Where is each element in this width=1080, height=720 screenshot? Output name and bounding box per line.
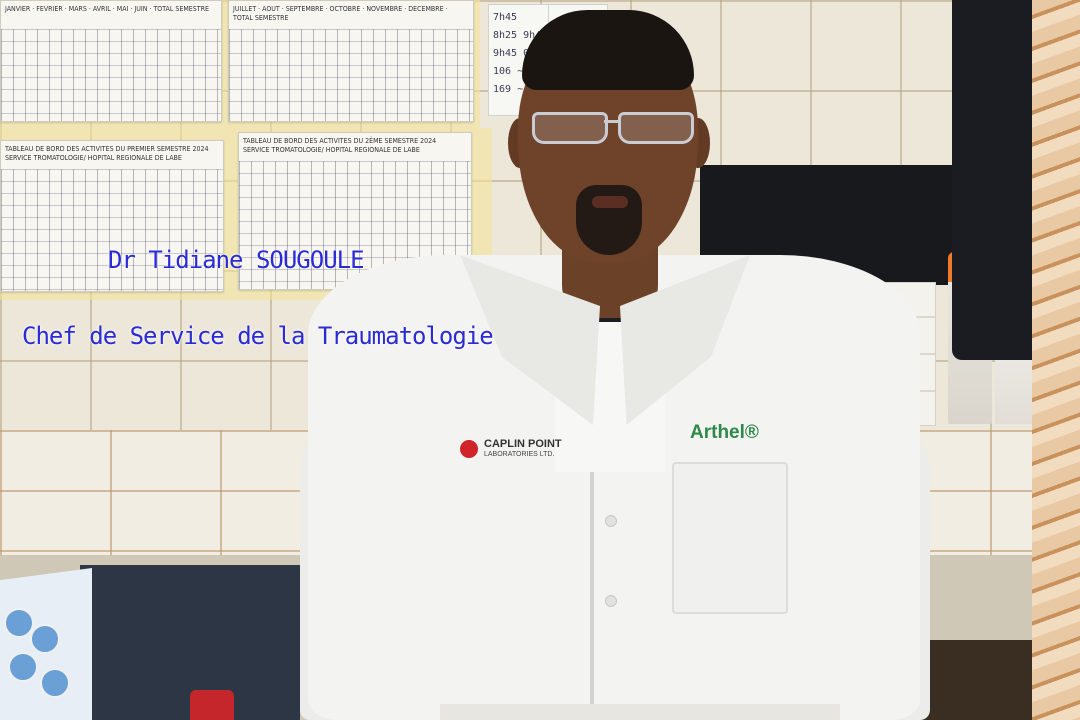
glasses-icon [526,112,696,144]
doctor-name-caption: Dr Tidiane SOUGOULE [108,246,365,274]
coat-button [605,515,617,527]
doctor-portrait: CAPLIN POINT LABORATORIES LTD. Arthel® [300,0,930,720]
doctor-role-caption: Chef de Service de la Traumatologie [22,322,494,350]
wall-sheet-top-left: JANVIER · FEVRIER · MARS · AVRIL · MAI ·… [0,0,222,122]
hair [522,10,694,90]
coat-button [605,595,617,607]
sheet-months-row: JANVIER · FEVRIER · MARS · AVRIL · MAI ·… [5,5,209,13]
patterned-curtain [1032,0,1080,720]
coat-pocket [672,462,788,614]
sheet-title-1: TABLEAU DE BORD DES ACTIVITES DU PREMIER… [5,145,209,162]
brochure [0,568,92,720]
caplin-point-subtitle: LABORATORIES LTD. [484,451,555,458]
photo-scene: JANVIER · FEVRIER · MARS · AVRIL · MAI ·… [0,0,1080,720]
caplin-point-logo: CAPLIN POINT LABORATORIES LTD. [460,438,562,459]
desk-edge [440,704,840,720]
caplin-point-name: CAPLIN POINT [484,438,562,450]
mouth [592,196,628,208]
caplin-point-icon [460,439,478,458]
arthel-logo: Arthel® [690,422,759,443]
red-object [190,690,234,720]
